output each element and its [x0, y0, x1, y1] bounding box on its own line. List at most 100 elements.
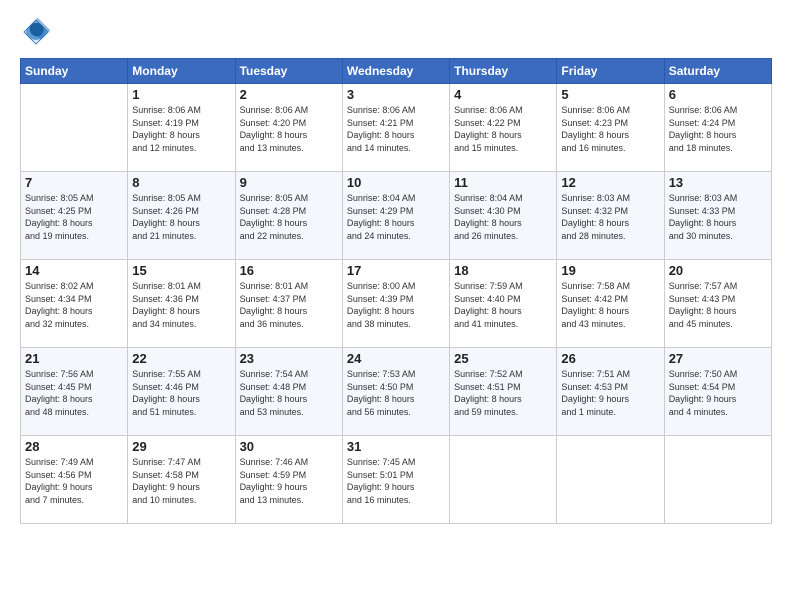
- calendar-cell: 15 Sunrise: 8:01 AM Sunset: 4:36 PM Dayli…: [128, 260, 235, 348]
- calendar-cell: 5 Sunrise: 8:06 AM Sunset: 4:23 PM Daylig…: [557, 84, 664, 172]
- calendar-cell: 1 Sunrise: 8:06 AM Sunset: 4:19 PM Daylig…: [128, 84, 235, 172]
- day-info: Sunrise: 8:01 AM Sunset: 4:36 PM Dayligh…: [132, 280, 230, 330]
- weekday-header: Tuesday: [235, 59, 342, 84]
- day-number: 31: [347, 439, 445, 454]
- day-number: 23: [240, 351, 338, 366]
- calendar-cell: 17Sunrise: 8:00 AM Sunset: 4:39 PM Dayli…: [342, 260, 449, 348]
- day-number: 24: [347, 351, 445, 366]
- calendar-week-row: 14 Sunrise: 8:02 AM Sunset: 4:34 PM Dayli…: [21, 260, 772, 348]
- day-info: Sunrise: 8:06 AM Sunset: 4:22 PM Dayligh…: [454, 104, 552, 154]
- day-info: Sunrise: 8:02 AM Sunset: 4:34 PM Dayligh…: [25, 280, 123, 330]
- day-info: Sunrise: 8:01 AM Sunset: 4:37 PM Dayligh…: [240, 280, 338, 330]
- calendar-cell: 12 Sunrise: 8:03 AM Sunset: 4:32 PM Dayli…: [557, 172, 664, 260]
- day-number: 2: [240, 87, 338, 102]
- day-info: Sunrise: 8:06 AM Sunset: 4:20 PM Dayligh…: [240, 104, 338, 154]
- day-number: 18: [454, 263, 552, 278]
- calendar-cell: 22 Sunrise: 7:55 AM Sunset: 4:46 PM Dayli…: [128, 348, 235, 436]
- day-info: Sunrise: 7:52 AM Sunset: 4:51 PM Dayligh…: [454, 368, 552, 418]
- day-number: 7: [25, 175, 123, 190]
- day-info: Sunrise: 7:49 AM Sunset: 4:56 PM Dayligh…: [25, 456, 123, 506]
- day-number: 10: [347, 175, 445, 190]
- calendar-cell: 27 Sunrise: 7:50 AM Sunset: 4:54 PM Dayli…: [664, 348, 771, 436]
- calendar-cell: 28 Sunrise: 7:49 AM Sunset: 4:56 PM Dayli…: [21, 436, 128, 524]
- day-number: 1: [132, 87, 230, 102]
- day-number: 12: [561, 175, 659, 190]
- calendar-table: SundayMondayTuesdayWednesdayThursdayFrid…: [20, 58, 772, 524]
- logo: [20, 16, 56, 48]
- day-number: 11: [454, 175, 552, 190]
- calendar-week-row: 21 Sunrise: 7:56 AM Sunset: 4:45 PM Dayli…: [21, 348, 772, 436]
- calendar-week-row: 1 Sunrise: 8:06 AM Sunset: 4:19 PM Daylig…: [21, 84, 772, 172]
- calendar-cell: 14 Sunrise: 8:02 AM Sunset: 4:34 PM Dayli…: [21, 260, 128, 348]
- day-info: Sunrise: 8:06 AM Sunset: 4:21 PM Dayligh…: [347, 104, 445, 154]
- day-info: Sunrise: 7:45 AM Sunset: 5:01 PM Dayligh…: [347, 456, 445, 506]
- day-number: 27: [669, 351, 767, 366]
- day-info: Sunrise: 8:03 AM Sunset: 4:32 PM Dayligh…: [561, 192, 659, 242]
- logo-icon: [20, 16, 52, 48]
- day-number: 21: [25, 351, 123, 366]
- day-number: 8: [132, 175, 230, 190]
- day-number: 9: [240, 175, 338, 190]
- day-number: 5: [561, 87, 659, 102]
- calendar-cell: 26Sunrise: 7:51 AM Sunset: 4:53 PM Dayli…: [557, 348, 664, 436]
- page: SundayMondayTuesdayWednesdayThursdayFrid…: [0, 0, 792, 612]
- day-info: Sunrise: 8:05 AM Sunset: 4:25 PM Dayligh…: [25, 192, 123, 242]
- calendar-cell: 21 Sunrise: 7:56 AM Sunset: 4:45 PM Dayli…: [21, 348, 128, 436]
- day-number: 28: [25, 439, 123, 454]
- calendar-cell: [664, 436, 771, 524]
- day-number: 15: [132, 263, 230, 278]
- calendar-cell: 8Sunrise: 8:05 AM Sunset: 4:26 PM Daylig…: [128, 172, 235, 260]
- day-info: Sunrise: 8:06 AM Sunset: 4:24 PM Dayligh…: [669, 104, 767, 154]
- calendar-cell: 7 Sunrise: 8:05 AM Sunset: 4:25 PM Daylig…: [21, 172, 128, 260]
- calendar-cell: 20Sunrise: 7:57 AM Sunset: 4:43 PM Dayli…: [664, 260, 771, 348]
- weekday-header: Saturday: [664, 59, 771, 84]
- day-info: Sunrise: 7:55 AM Sunset: 4:46 PM Dayligh…: [132, 368, 230, 418]
- calendar-cell: 18 Sunrise: 7:59 AM Sunset: 4:40 PM Dayli…: [450, 260, 557, 348]
- calendar-week-row: 7 Sunrise: 8:05 AM Sunset: 4:25 PM Daylig…: [21, 172, 772, 260]
- calendar-cell: 6Sunrise: 8:06 AM Sunset: 4:24 PM Daylig…: [664, 84, 771, 172]
- calendar-cell: [557, 436, 664, 524]
- day-info: Sunrise: 8:04 AM Sunset: 4:30 PM Dayligh…: [454, 192, 552, 242]
- calendar-cell: 23 Sunrise: 7:54 AM Sunset: 4:48 PM Dayli…: [235, 348, 342, 436]
- day-number: 13: [669, 175, 767, 190]
- day-number: 22: [132, 351, 230, 366]
- day-info: Sunrise: 8:06 AM Sunset: 4:23 PM Dayligh…: [561, 104, 659, 154]
- weekday-header: Thursday: [450, 59, 557, 84]
- day-number: 17: [347, 263, 445, 278]
- calendar-cell: 9 Sunrise: 8:05 AM Sunset: 4:28 PM Daylig…: [235, 172, 342, 260]
- day-number: 14: [25, 263, 123, 278]
- day-number: 19: [561, 263, 659, 278]
- day-number: 4: [454, 87, 552, 102]
- calendar-cell: 2 Sunrise: 8:06 AM Sunset: 4:20 PM Daylig…: [235, 84, 342, 172]
- calendar-cell: 10 Sunrise: 8:04 AM Sunset: 4:29 PM Dayli…: [342, 172, 449, 260]
- weekday-header: Sunday: [21, 59, 128, 84]
- calendar-cell: 13 Sunrise: 8:03 AM Sunset: 4:33 PM Dayli…: [664, 172, 771, 260]
- calendar-cell: 11 Sunrise: 8:04 AM Sunset: 4:30 PM Dayli…: [450, 172, 557, 260]
- header: [20, 16, 772, 48]
- calendar-cell: 29Sunrise: 7:47 AM Sunset: 4:58 PM Dayli…: [128, 436, 235, 524]
- calendar-cell: 31 Sunrise: 7:45 AM Sunset: 5:01 PM Dayli…: [342, 436, 449, 524]
- day-info: Sunrise: 8:04 AM Sunset: 4:29 PM Dayligh…: [347, 192, 445, 242]
- day-info: Sunrise: 7:59 AM Sunset: 4:40 PM Dayligh…: [454, 280, 552, 330]
- day-info: Sunrise: 8:03 AM Sunset: 4:33 PM Dayligh…: [669, 192, 767, 242]
- calendar-cell: 24 Sunrise: 7:53 AM Sunset: 4:50 PM Dayli…: [342, 348, 449, 436]
- day-number: 30: [240, 439, 338, 454]
- day-number: 3: [347, 87, 445, 102]
- day-info: Sunrise: 7:56 AM Sunset: 4:45 PM Dayligh…: [25, 368, 123, 418]
- calendar-cell: [21, 84, 128, 172]
- day-info: Sunrise: 7:54 AM Sunset: 4:48 PM Dayligh…: [240, 368, 338, 418]
- day-info: Sunrise: 8:06 AM Sunset: 4:19 PM Dayligh…: [132, 104, 230, 154]
- calendar-cell: 16Sunrise: 8:01 AM Sunset: 4:37 PM Dayli…: [235, 260, 342, 348]
- day-info: Sunrise: 7:50 AM Sunset: 4:54 PM Dayligh…: [669, 368, 767, 418]
- day-info: Sunrise: 7:53 AM Sunset: 4:50 PM Dayligh…: [347, 368, 445, 418]
- weekday-header: Wednesday: [342, 59, 449, 84]
- calendar-header-row: SundayMondayTuesdayWednesdayThursdayFrid…: [21, 59, 772, 84]
- day-info: Sunrise: 8:05 AM Sunset: 4:28 PM Dayligh…: [240, 192, 338, 242]
- day-info: Sunrise: 7:47 AM Sunset: 4:58 PM Dayligh…: [132, 456, 230, 506]
- calendar-cell: 25 Sunrise: 7:52 AM Sunset: 4:51 PM Dayli…: [450, 348, 557, 436]
- day-info: Sunrise: 7:58 AM Sunset: 4:42 PM Dayligh…: [561, 280, 659, 330]
- weekday-header: Friday: [557, 59, 664, 84]
- calendar-cell: 3 Sunrise: 8:06 AM Sunset: 4:21 PM Daylig…: [342, 84, 449, 172]
- calendar-week-row: 28 Sunrise: 7:49 AM Sunset: 4:56 PM Dayli…: [21, 436, 772, 524]
- day-number: 25: [454, 351, 552, 366]
